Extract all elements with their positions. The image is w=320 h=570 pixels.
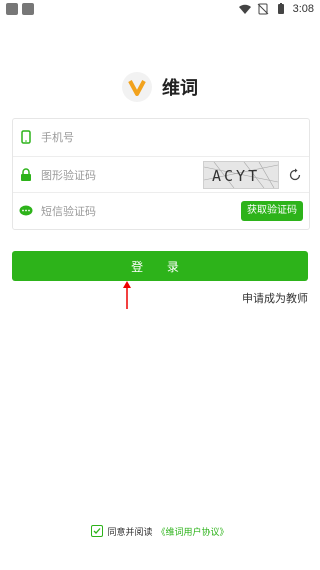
- login-button[interactable]: 登 录: [12, 251, 308, 281]
- apply-teacher-link[interactable]: 申请成为教师: [242, 290, 308, 306]
- user-agreement-link[interactable]: 《维词用户协议》: [157, 525, 229, 538]
- captcha-text: ACYT: [212, 167, 260, 185]
- status-bar: 3:08: [0, 0, 320, 18]
- phone-icon: [19, 130, 33, 144]
- agreement-text: 同意并阅读: [107, 527, 153, 538]
- agreement-row: 同意并阅读 《维词用户协议》: [0, 523, 320, 539]
- status-time: 3:08: [292, 3, 314, 15]
- arrow-indicator: [121, 280, 133, 310]
- captcha-row[interactable]: 图形验证码 ACYT: [13, 156, 309, 193]
- captcha-input[interactable]: 图形验证码: [41, 167, 203, 183]
- battery-icon: [275, 3, 287, 15]
- get-sms-code-button[interactable]: 获取验证码: [241, 201, 303, 221]
- phone-row[interactable]: 手机号: [13, 119, 309, 155]
- status-right: 3:08: [238, 3, 314, 15]
- notification-icon: [6, 3, 18, 15]
- notification-icon: [22, 3, 34, 15]
- captcha-image[interactable]: ACYT: [203, 161, 279, 189]
- wifi-icon: [238, 3, 251, 15]
- app-logo-row: 维词: [0, 70, 320, 104]
- app-name: 维词: [162, 78, 198, 99]
- login-form: 手机号 图形验证码 ACYT 短信验证码 获取验证码: [12, 118, 310, 230]
- lock-icon: [19, 168, 33, 182]
- sms-code-input[interactable]: 短信验证码: [41, 203, 241, 219]
- agreement-checkbox[interactable]: [91, 525, 104, 537]
- message-icon: [19, 204, 33, 218]
- no-sim-icon: [257, 3, 269, 15]
- phone-input[interactable]: 手机号: [41, 129, 309, 145]
- app-logo-icon: [122, 72, 152, 102]
- sms-row[interactable]: 短信验证码 获取验证码: [13, 192, 309, 229]
- refresh-captcha-icon[interactable]: [287, 167, 303, 183]
- status-left: [6, 3, 34, 15]
